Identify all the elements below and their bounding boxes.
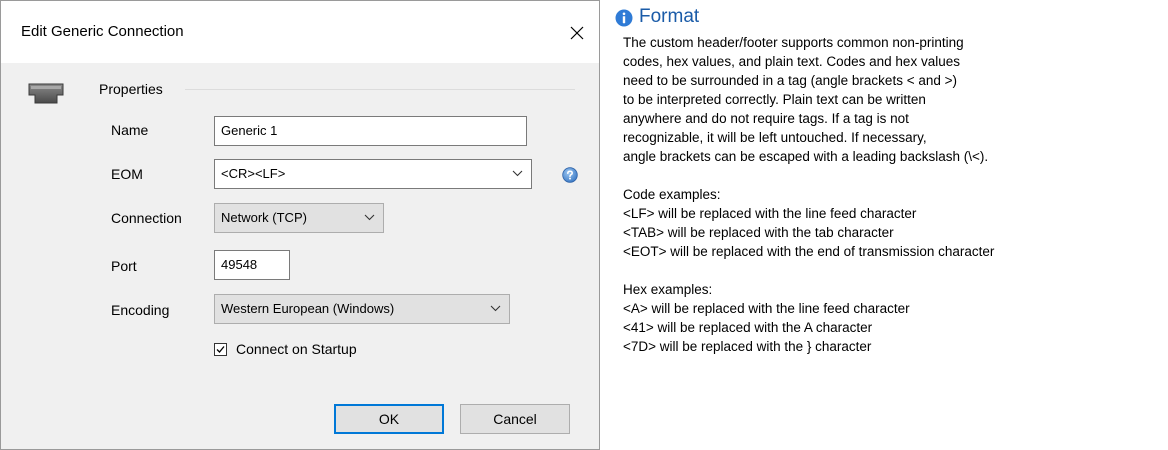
help-intro-line: to be interpreted correctly. Plain text … (623, 92, 926, 107)
section-label-properties: Properties (99, 81, 163, 97)
close-button[interactable] (555, 11, 599, 55)
connect-on-startup-checkbox[interactable] (214, 343, 227, 356)
dialog-title: Edit Generic Connection (21, 23, 184, 40)
code-example-line: <EOT> will be replaced with the end of t… (623, 244, 995, 259)
connect-on-startup-label: Connect on Startup (236, 341, 357, 357)
hex-example-line: <7D> will be replaced with the } charact… (623, 339, 872, 354)
edit-connection-dialog: Edit Generic Connection Properties Name … (0, 0, 600, 450)
hex-examples-heading: Hex examples: (623, 282, 713, 297)
name-input[interactable]: Generic 1 (214, 116, 527, 146)
name-label: Name (111, 122, 149, 138)
port-input[interactable]: 49548 (214, 250, 290, 280)
help-intro-line: need to be surrounded in a tag (angle br… (623, 73, 957, 88)
chevron-down-icon (512, 170, 523, 177)
help-intro-line: The custom header/footer supports common… (623, 35, 964, 50)
connection-label: Connection (111, 210, 182, 226)
connection-value: Network (TCP) (221, 210, 307, 225)
code-examples-heading: Code examples: (623, 187, 721, 202)
page: Edit Generic Connection Properties Name … (0, 0, 1168, 450)
help-intro-line: recognizable, it will be left untouched.… (623, 130, 927, 145)
help-title: Format (639, 6, 700, 27)
chevron-down-icon (364, 214, 375, 221)
help-intro-line: angle brackets can be escaped with a lea… (623, 149, 989, 164)
encoding-label: Encoding (111, 302, 170, 318)
cancel-button[interactable]: Cancel (460, 404, 570, 434)
port-label: Port (111, 258, 137, 274)
encoding-value: Western European (Windows) (221, 301, 395, 316)
section-divider (185, 89, 575, 90)
checkmark-icon (216, 346, 225, 353)
eom-combobox[interactable]: <CR><LF> (214, 159, 532, 189)
code-example-line: <TAB> will be replaced with the tab char… (623, 225, 894, 240)
help-spacer (623, 166, 1163, 185)
network-port-icon (27, 81, 65, 107)
code-example-line: <LF> will be replaced with the line feed… (623, 206, 917, 221)
encoding-combobox[interactable]: Western European (Windows) (214, 294, 510, 324)
dialog-titlebar: Edit Generic Connection (1, 1, 599, 63)
connection-combobox[interactable]: Network (TCP) (214, 203, 384, 233)
help-intro-line: anywhere and do not require tags. If a t… (623, 111, 909, 126)
hex-example-line: <A> will be replaced with the line feed … (623, 301, 910, 316)
hex-example-line: <41> will be replaced with the A charact… (623, 320, 873, 335)
help-intro-line: codes, hex values, and plain text. Codes… (623, 54, 960, 69)
help-body: The custom header/footer supports common… (623, 33, 1163, 356)
question-mark-icon[interactable] (562, 167, 578, 183)
help-spacer (623, 261, 1163, 280)
eom-label: EOM (111, 166, 143, 182)
eom-value: <CR><LF> (221, 166, 286, 181)
ok-button[interactable]: OK (334, 404, 444, 434)
close-icon (570, 26, 584, 40)
chevron-down-icon (490, 305, 501, 312)
info-icon (615, 9, 633, 27)
